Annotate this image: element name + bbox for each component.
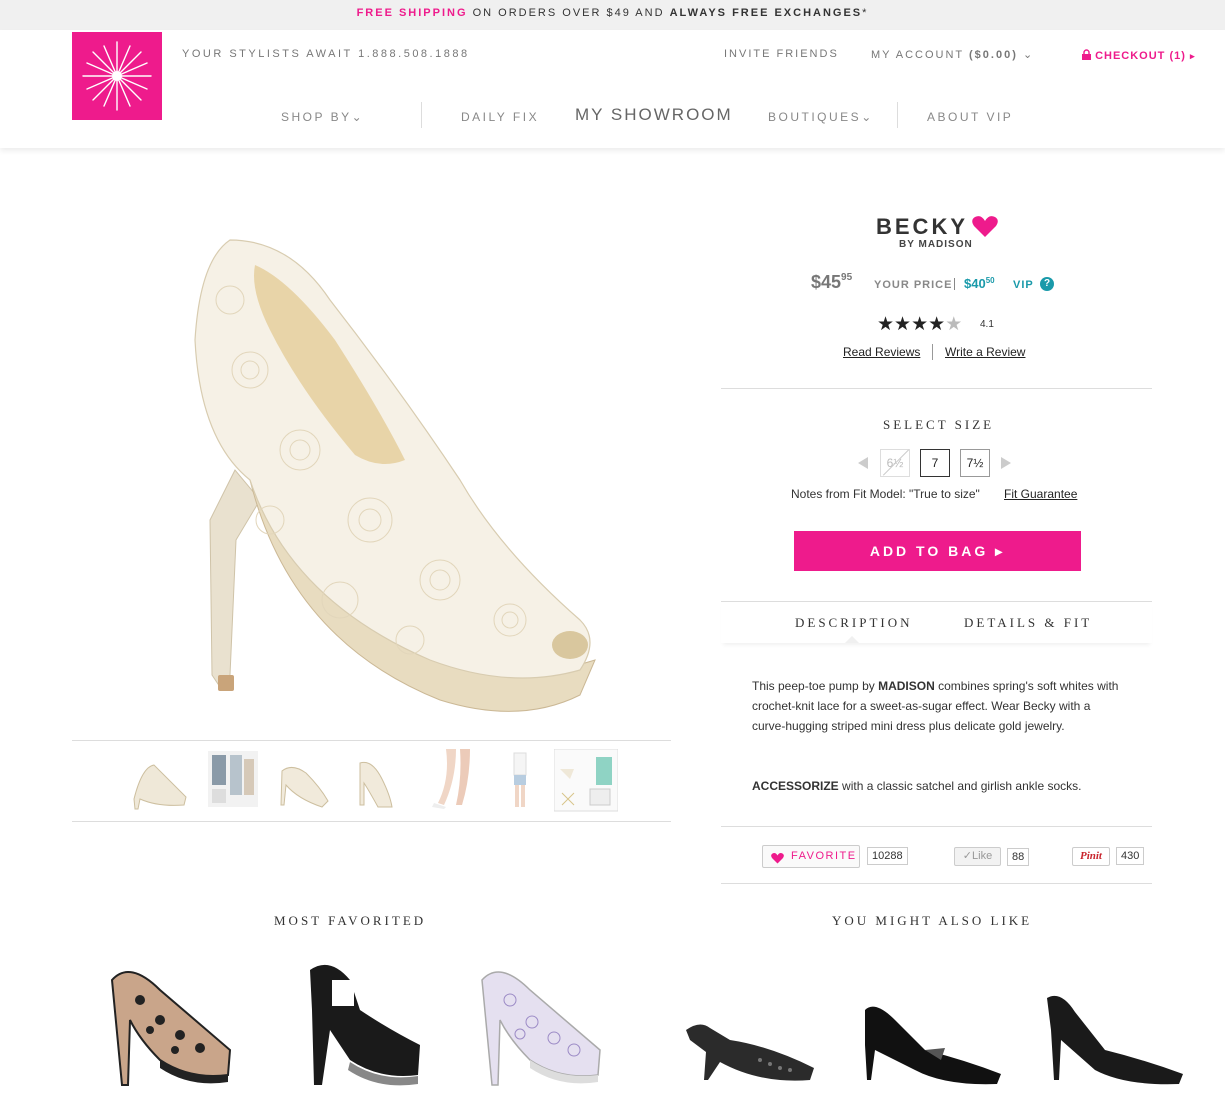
accessorize-text: with a classic satchel and girlish ankle… bbox=[838, 779, 1082, 793]
thumbnail-strip bbox=[72, 740, 671, 822]
divider bbox=[721, 883, 1152, 884]
accessorize-label: ACCESSORIZE bbox=[752, 779, 839, 793]
heart-icon[interactable] bbox=[972, 216, 998, 243]
account-balance: ($0.00) bbox=[969, 49, 1018, 61]
lock-icon bbox=[1082, 49, 1091, 60]
thumbnail-angle-view[interactable] bbox=[272, 749, 336, 813]
promo-suffix: * bbox=[862, 7, 869, 19]
chevron-down-icon: ⌄ bbox=[351, 110, 365, 124]
promo-free-exchanges: ALWAYS FREE EXCHANGES bbox=[669, 7, 863, 19]
read-reviews-link[interactable]: Read Reviews bbox=[843, 345, 920, 359]
help-icon[interactable]: ? bbox=[1040, 277, 1054, 291]
thumbnail-side-view[interactable] bbox=[128, 749, 192, 813]
product-main-image[interactable] bbox=[140, 220, 610, 735]
product-description: This peep-toe pump by MADISON combines s… bbox=[752, 676, 1122, 736]
recommended-product[interactable] bbox=[100, 950, 240, 1095]
logo[interactable] bbox=[72, 32, 162, 120]
nav-about-vip[interactable]: ABOUT VIP bbox=[927, 110, 1013, 124]
rating-stars: ★★★★★ bbox=[877, 313, 962, 336]
product-name: BECKY bbox=[876, 214, 969, 239]
recommended-product[interactable] bbox=[855, 990, 1005, 1095]
thumbnail-model-legs[interactable] bbox=[416, 749, 480, 813]
sparkle-logo-icon bbox=[82, 41, 152, 111]
thumbnail-lookbook[interactable] bbox=[204, 749, 268, 813]
nav-daily-fix[interactable]: DAILY FIX bbox=[461, 110, 539, 124]
most-favorited-heading: MOST FAVORITED bbox=[274, 913, 427, 928]
divider bbox=[721, 388, 1152, 389]
chevron-down-icon: ⌄ bbox=[861, 110, 874, 124]
tab-description[interactable]: DESCRIPTION bbox=[795, 615, 913, 631]
vip-price: $4050 bbox=[964, 276, 995, 291]
product-brand: BY MADISON bbox=[899, 239, 973, 250]
like-button[interactable]: ✓Like bbox=[954, 847, 1001, 866]
active-tab-pointer bbox=[845, 636, 859, 643]
star-icon: ★ bbox=[928, 314, 946, 335]
promo-free-shipping: FREE SHIPPING bbox=[356, 7, 468, 19]
recommended-product[interactable] bbox=[680, 990, 820, 1095]
my-account-label: MY ACCOUNT bbox=[871, 49, 964, 61]
size-option-7-5[interactable]: 7½ bbox=[960, 449, 990, 477]
nav-shop-by-label: SHOP BY bbox=[281, 110, 352, 124]
star-icon: ★ bbox=[894, 314, 912, 335]
like-count: 88 bbox=[1007, 848, 1030, 866]
product-tabs: DESCRIPTION DETAILS & FIT bbox=[721, 601, 1152, 643]
description-intro: This peep-toe pump by bbox=[752, 679, 879, 693]
favorite-button[interactable]: FAVORITE bbox=[762, 845, 860, 868]
size-option-7[interactable]: 7 bbox=[920, 449, 950, 477]
nav-shop-by[interactable]: SHOP BY⌄ bbox=[281, 110, 364, 124]
add-to-bag-button[interactable]: ADD TO BAG ▸ bbox=[794, 531, 1081, 571]
nav-divider bbox=[897, 102, 898, 128]
star-icon: ★ bbox=[877, 314, 895, 335]
star-empty-icon: ★ bbox=[945, 314, 963, 335]
product-price: $4595 bbox=[811, 272, 852, 293]
thumbnail-model-outfit[interactable] bbox=[490, 749, 554, 813]
nav-boutiques-label: BOUTIQUES bbox=[768, 110, 862, 124]
rating-value: 4.1 bbox=[980, 319, 994, 330]
star-icon: ★ bbox=[911, 314, 929, 335]
my-account-menu[interactable]: MY ACCOUNT ($0.00) ⌄ bbox=[871, 48, 1034, 61]
price-dollars: $45 bbox=[811, 272, 842, 292]
size-option-6-5: 6½ bbox=[880, 449, 910, 477]
accessorize-note: ACCESSORIZE with a classic satchel and g… bbox=[752, 776, 1122, 796]
arrow-right-icon[interactable] bbox=[1001, 457, 1011, 469]
pin-it-button[interactable]: Pinit bbox=[1072, 847, 1110, 866]
thumbnail-style-collage[interactable] bbox=[553, 748, 619, 813]
checkout-label: CHECKOUT (1) bbox=[1095, 50, 1186, 62]
price-cents: 95 bbox=[841, 272, 853, 283]
invite-friends-link[interactable]: INVITE FRIENDS bbox=[724, 48, 839, 60]
pin-count: 430 bbox=[1116, 847, 1145, 865]
site-header: YOUR STYLISTS AWAIT 1.888.508.1888 INVIT… bbox=[0, 30, 1225, 148]
favorite-count: 10288 bbox=[867, 847, 908, 865]
favorite-label: FAVORITE bbox=[791, 850, 857, 862]
recommended-product[interactable] bbox=[290, 950, 430, 1095]
thumbnail-back-view[interactable] bbox=[344, 749, 408, 813]
arrow-right-icon: ▸ bbox=[1189, 51, 1196, 61]
chevron-down-icon: ⌄ bbox=[1022, 49, 1035, 61]
divider bbox=[721, 826, 1152, 827]
select-size-heading: SELECT SIZE bbox=[883, 417, 995, 432]
recommended-product[interactable] bbox=[470, 950, 610, 1095]
nav-boutiques[interactable]: BOUTIQUES⌄ bbox=[768, 110, 874, 124]
vip-price-dollars: $40 bbox=[964, 276, 986, 291]
fit-guarantee-link[interactable]: Fit Guarantee bbox=[1004, 487, 1077, 501]
recommended-product[interactable] bbox=[1035, 990, 1185, 1095]
fit-model-note: Notes from Fit Model: "True to size" bbox=[791, 487, 980, 501]
promo-middle: ON ORDERS OVER $49 AND bbox=[467, 7, 670, 19]
review-divider bbox=[932, 344, 933, 360]
promo-bar: FREE SHIPPING ON ORDERS OVER $49 AND ALW… bbox=[0, 0, 1225, 30]
tab-details-fit[interactable]: DETAILS & FIT bbox=[964, 615, 1092, 631]
vip-label: VIP bbox=[1013, 279, 1034, 291]
heart-icon bbox=[771, 851, 784, 872]
checkout-link[interactable]: CHECKOUT (1) ▸ bbox=[1082, 48, 1196, 62]
write-review-link[interactable]: Write a Review bbox=[945, 345, 1025, 359]
price-divider bbox=[954, 278, 955, 290]
description-brand: MADISON bbox=[878, 679, 935, 693]
arrow-left-icon[interactable] bbox=[858, 457, 868, 469]
nav-divider bbox=[421, 102, 422, 128]
stylists-phone: YOUR STYLISTS AWAIT 1.888.508.1888 bbox=[182, 48, 470, 60]
vip-price-cents: 50 bbox=[985, 276, 995, 285]
your-price-label: YOUR PRICE bbox=[874, 279, 953, 291]
nav-my-showroom[interactable]: MY SHOWROOM bbox=[575, 105, 733, 125]
you-might-also-like-heading: YOU MIGHT ALSO LIKE bbox=[832, 913, 1033, 928]
